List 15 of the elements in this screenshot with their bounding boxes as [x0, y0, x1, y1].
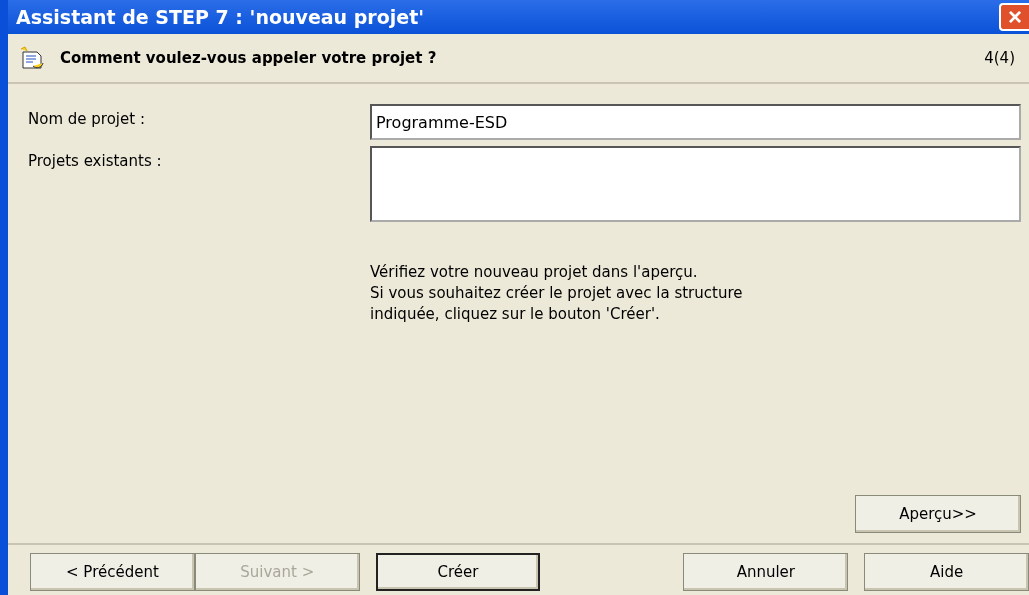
wizard-button[interactable]: < Précédent — [30, 553, 195, 591]
wizard-button[interactable]: Créer — [375, 553, 541, 591]
project-name-field[interactable]: Programme-ESD — [370, 104, 1021, 140]
wizard-button[interactable]: Annuler — [683, 553, 849, 591]
wizard-icon — [20, 46, 46, 70]
existing-projects-list[interactable] — [370, 146, 1021, 222]
step-question: Comment voulez-vous appeler votre projet ? — [60, 49, 438, 67]
wizard-button[interactable]: Aide — [864, 553, 1029, 591]
preview-button[interactable]: Aperçu>> — [855, 495, 1021, 533]
window-title: Assistant de STEP 7 : 'nouveau projet' — [16, 6, 425, 28]
field-label: Nom de projet : — [28, 109, 146, 130]
step-counter: 4(4) — [984, 49, 1015, 67]
field-label: Projets existants : — [28, 151, 163, 172]
close-button[interactable]: × — [999, 3, 1029, 31]
info-text: Vérifiez votre nouveau projet dans l'aperçu. Si vous souhaitez créer le projet avec la structure indiquée, cliquez sur le bouton 'Créer'. — [370, 262, 744, 325]
